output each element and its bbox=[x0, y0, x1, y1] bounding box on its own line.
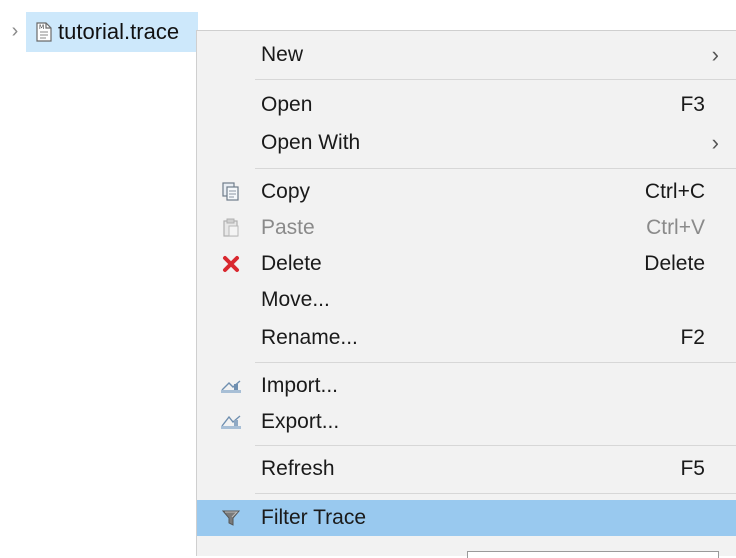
trace-file-icon: M bbox=[36, 22, 52, 42]
expand-arrow-icon[interactable]: › bbox=[8, 12, 22, 50]
filter-icon bbox=[219, 506, 243, 530]
menu-item-shortcut: Ctrl+C bbox=[644, 180, 705, 203]
menu-separator bbox=[255, 362, 736, 363]
menu-item-label: Move... bbox=[261, 288, 330, 311]
menu-item-copy[interactable]: Copy Ctrl+C bbox=[197, 174, 736, 210]
menu-item-shortcut: F5 bbox=[680, 457, 705, 480]
menu-item-paste[interactable]: Paste Ctrl+V bbox=[197, 210, 736, 246]
menu-item-shortcut: F3 bbox=[680, 93, 705, 116]
import-icon bbox=[219, 374, 243, 398]
export-icon bbox=[219, 410, 243, 434]
menu-item-label: Export... bbox=[261, 410, 340, 433]
menu-item-label: Filter Trace bbox=[261, 506, 367, 529]
menu-separator bbox=[255, 445, 736, 446]
submenu-arrow-icon: › bbox=[711, 42, 719, 67]
menu-item-move[interactable]: Move... bbox=[197, 282, 736, 318]
menu-item-shortcut: Delete bbox=[644, 252, 705, 275]
menu-item-open-with[interactable]: Open With › bbox=[197, 125, 736, 161]
menu-item-open[interactable]: Open F3 bbox=[197, 87, 736, 123]
menu-item-export[interactable]: Export... bbox=[197, 404, 736, 440]
svg-text:M: M bbox=[39, 24, 44, 31]
cutoff-menu-element bbox=[467, 551, 719, 558]
menu-item-label: New bbox=[261, 43, 304, 66]
menu-item-rename[interactable]: Rename... F2 bbox=[197, 320, 736, 356]
copy-icon bbox=[219, 180, 243, 204]
delete-icon bbox=[219, 252, 243, 276]
menu-item-import[interactable]: Import... bbox=[197, 368, 736, 404]
tree-item-label: tutorial.trace bbox=[58, 19, 180, 44]
menu-item-refresh[interactable]: Refresh F5 bbox=[197, 451, 736, 487]
menu-item-label: Delete bbox=[261, 252, 322, 275]
menu-item-shortcut: F2 bbox=[680, 326, 705, 349]
menu-item-label: Refresh bbox=[261, 457, 335, 480]
menu-item-label: Rename... bbox=[261, 326, 358, 349]
menu-item-label: Paste bbox=[261, 216, 315, 239]
menu-item-delete[interactable]: Delete Delete bbox=[197, 246, 736, 282]
menu-item-filter-trace[interactable]: Filter Trace bbox=[197, 500, 736, 536]
context-menu: New › Open F3 Open With › Copy Ctrl+C Pa… bbox=[196, 30, 736, 558]
submenu-arrow-icon: › bbox=[711, 130, 719, 155]
menu-separator bbox=[255, 79, 736, 80]
menu-item-label: Import... bbox=[261, 374, 339, 397]
menu-item-label: Open With bbox=[261, 131, 361, 154]
menu-separator bbox=[255, 493, 736, 494]
menu-item-label: Copy bbox=[261, 180, 311, 203]
tree-item-tutorial-trace[interactable]: M tutorial.trace bbox=[26, 12, 198, 52]
menu-item-new[interactable]: New › bbox=[197, 37, 736, 73]
menu-item-shortcut: Ctrl+V bbox=[646, 216, 705, 239]
menu-separator bbox=[255, 168, 736, 169]
menu-item-label: Open bbox=[261, 93, 313, 116]
paste-icon bbox=[219, 216, 243, 240]
